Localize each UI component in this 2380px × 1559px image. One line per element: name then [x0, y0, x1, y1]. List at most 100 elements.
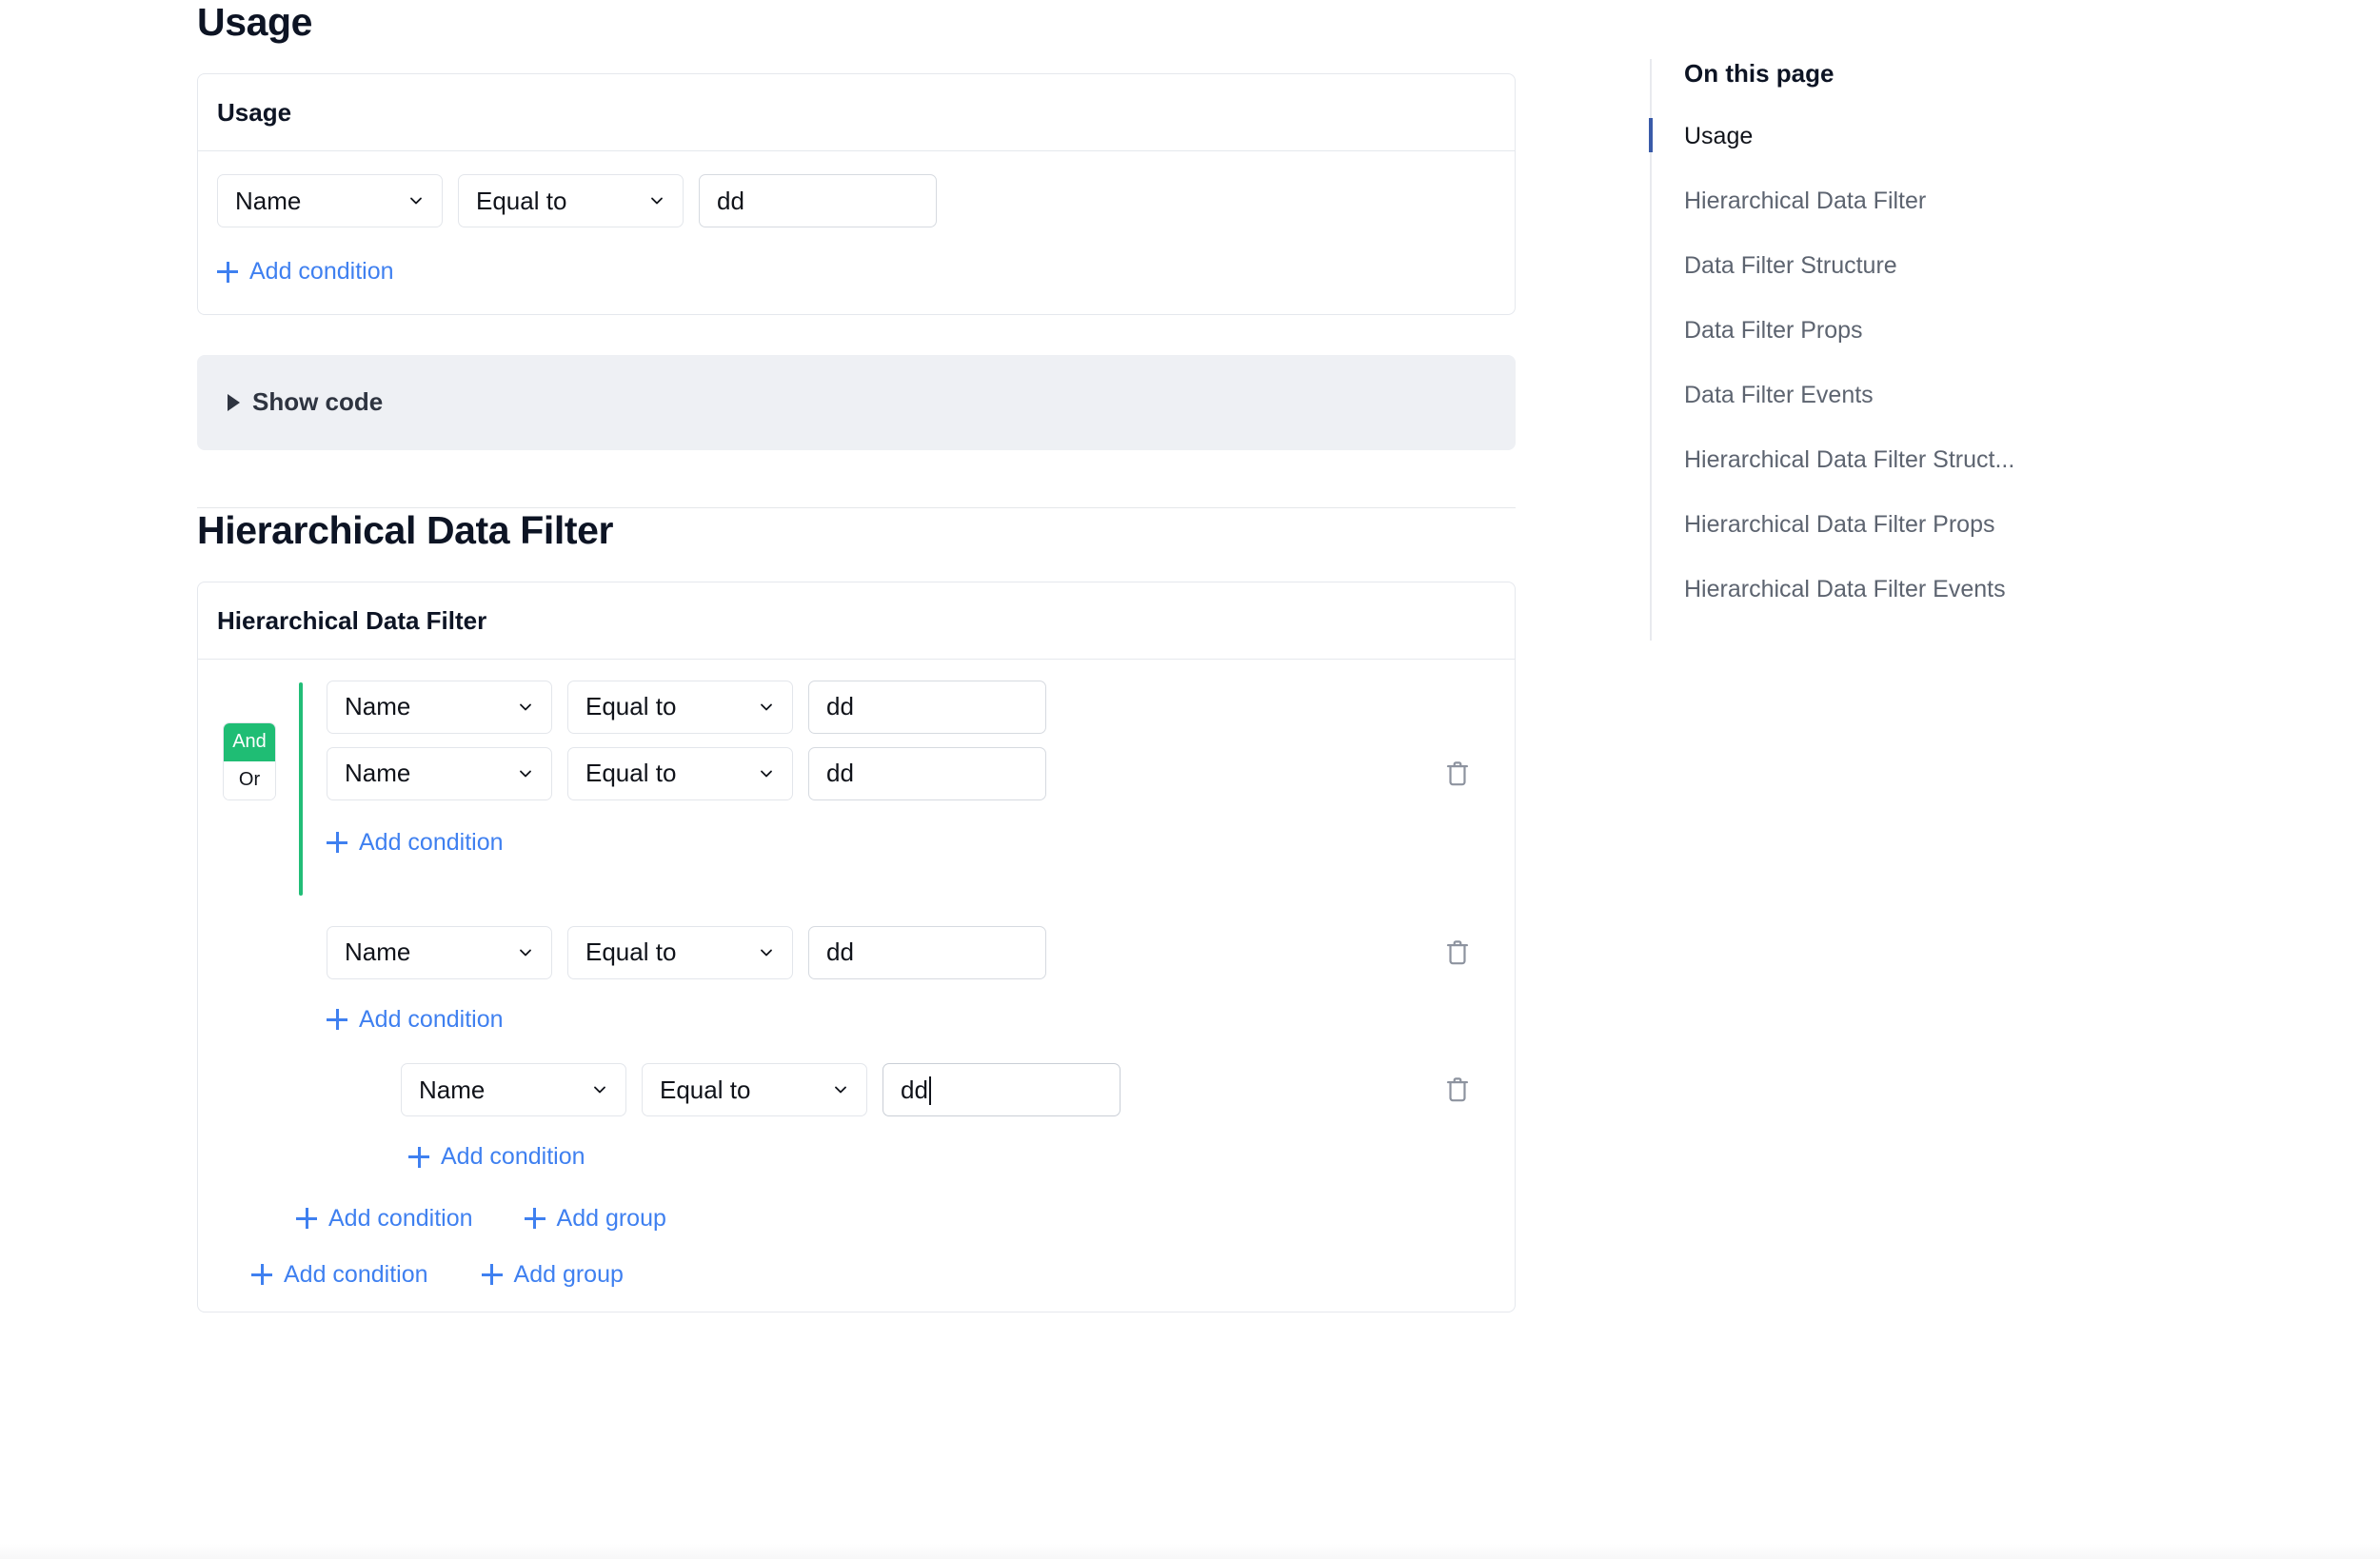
- filter-value-text: dd: [826, 692, 854, 720]
- main-content: Usage Usage Name Equal to dd Add conditi…: [197, 0, 1516, 1312]
- toc-item-hierarchical-data-filter-structure[interactable]: Hierarchical Data Filter Struct...: [1684, 446, 2183, 474]
- filter-row-controls: Name Equal to dd: [401, 1063, 1121, 1116]
- filter-field-select[interactable]: Name: [327, 925, 552, 979]
- root-actions: Add condition Add group: [251, 1260, 1496, 1288]
- filter-field-value: Name: [345, 937, 411, 966]
- subgroup-add-condition-label: Add condition: [359, 1005, 504, 1033]
- plus-icon: [327, 832, 347, 853]
- toc-item-data-filter-events[interactable]: Data Filter Events: [1684, 382, 2183, 409]
- plus-icon: [408, 1146, 429, 1168]
- chevron-down-icon: [517, 944, 534, 961]
- usage-operator-select-value: Equal to: [476, 186, 567, 215]
- filter-row: Name Equal to dd: [327, 680, 1496, 734]
- filter-value-input[interactable]: dd: [808, 746, 1046, 800]
- subgroup-actions: Add condition Add group: [296, 1204, 1496, 1232]
- delete-condition-button[interactable]: [1444, 759, 1471, 789]
- filter-operator-select[interactable]: Equal to: [567, 746, 793, 800]
- chevron-down-icon: [758, 699, 775, 716]
- toc-item-usage[interactable]: Usage: [1649, 118, 2183, 152]
- plus-icon: [327, 1009, 347, 1030]
- filter-row-controls: Name Equal to dd: [327, 746, 1046, 800]
- deep-add-condition-label: Add condition: [441, 1143, 585, 1170]
- filter-value-text: dd: [901, 1075, 928, 1104]
- usage-field-select-value: Name: [235, 186, 302, 215]
- root-add-group-label: Add group: [513, 1260, 624, 1288]
- delete-condition-button[interactable]: [1444, 1075, 1471, 1105]
- filter-field-value: Name: [345, 692, 411, 720]
- filter-field-select[interactable]: Name: [327, 680, 552, 734]
- chevron-down-icon: [758, 765, 775, 782]
- subgroup-footer-add-condition-label: Add condition: [328, 1204, 473, 1232]
- filter-value-input[interactable]: dd: [808, 925, 1046, 979]
- deep-add-condition-button[interactable]: Add condition: [408, 1145, 585, 1169]
- root-add-group-button[interactable]: Add group: [481, 1260, 624, 1288]
- on-this-page-nav: On this page Usage Hierarchical Data Fil…: [1649, 59, 2183, 641]
- group-add-condition-label: Add condition: [359, 828, 504, 856]
- filter-operator-value: Equal to: [585, 692, 677, 720]
- filter-operator-select[interactable]: Equal to: [642, 1063, 867, 1116]
- usage-card-body: Name Equal to dd Add condition: [198, 151, 1515, 314]
- usage-condition-row: Name Equal to dd: [217, 174, 1496, 227]
- toc-title: On this page: [1684, 59, 1835, 88]
- usage-add-condition-button[interactable]: Add condition: [217, 260, 394, 284]
- delete-condition-button[interactable]: [1444, 937, 1471, 968]
- subgroup-footer-add-group-button[interactable]: Add group: [524, 1204, 666, 1232]
- chevron-down-icon: [591, 1081, 608, 1098]
- toc-item-hierarchical-data-filter-props[interactable]: Hierarchical Data Filter Props: [1684, 511, 2183, 539]
- chevron-down-icon: [832, 1081, 849, 1098]
- chevron-down-icon: [517, 765, 534, 782]
- filter-operator-select[interactable]: Equal to: [567, 680, 793, 734]
- filter-subgroup-level-3: Name Equal to dd Add condition: [327, 1063, 1496, 1173]
- filter-group-content: Name Equal to dd Name Equal to dd Add co…: [303, 680, 1496, 858]
- plus-icon: [481, 1264, 503, 1285]
- toc-item-data-filter-props[interactable]: Data Filter Props: [1684, 317, 2183, 345]
- filter-field-select[interactable]: Name: [327, 746, 552, 800]
- hierarchical-section-heading: Hierarchical Data Filter: [197, 507, 614, 552]
- logic-toggle-or[interactable]: Or: [224, 760, 275, 799]
- chevron-down-icon: [407, 192, 425, 209]
- root-add-condition-button[interactable]: Add condition: [251, 1262, 428, 1287]
- subgroup-footer-add-group-label: Add group: [556, 1204, 666, 1232]
- subgroup-footer-add-condition-button[interactable]: Add condition: [296, 1204, 473, 1232]
- logic-toggle-and[interactable]: And: [224, 722, 275, 761]
- filter-field-value: Name: [419, 1075, 486, 1104]
- hierarchical-card-body: And Or Name Equal to dd Name Equal to dd…: [198, 660, 1515, 1312]
- group-add-condition-button[interactable]: Add condition: [327, 828, 504, 856]
- filter-row-controls: Name Equal to dd: [327, 680, 1046, 734]
- toc-item-hierarchical-data-filter-events[interactable]: Hierarchical Data Filter Events: [1684, 576, 2183, 603]
- usage-card-title: Usage: [198, 74, 1515, 151]
- usage-demo-card: Usage Name Equal to dd Add condition: [197, 73, 1516, 315]
- filter-row: Name Equal to dd: [327, 746, 1496, 800]
- plus-icon: [296, 1208, 317, 1229]
- toc-item-hierarchical-data-filter[interactable]: Hierarchical Data Filter: [1684, 187, 2183, 215]
- toc-item-data-filter-structure[interactable]: Data Filter Structure: [1684, 252, 2183, 280]
- chevron-down-icon: [758, 944, 775, 961]
- usage-add-condition-label: Add condition: [249, 258, 394, 285]
- subgroup-add-condition-button[interactable]: Add condition: [327, 1005, 504, 1033]
- trash-placeholder: [1444, 692, 1471, 722]
- show-code-label: Show code: [252, 387, 384, 416]
- plus-icon: [251, 1264, 272, 1285]
- text-cursor: [928, 1076, 931, 1105]
- filter-value-input[interactable]: dd: [808, 680, 1046, 734]
- filter-value-text: dd: [826, 759, 854, 787]
- filter-value-input-focused[interactable]: dd: [883, 1063, 1121, 1116]
- show-code-toggle[interactable]: Show code: [197, 354, 1516, 450]
- chevron-down-icon: [517, 699, 534, 716]
- filter-operator-select[interactable]: Equal to: [567, 925, 793, 979]
- filter-value-text: dd: [826, 937, 854, 966]
- hierarchical-card-title: Hierarchical Data Filter: [198, 582, 1515, 660]
- plus-icon: [217, 261, 238, 283]
- usage-section-heading: Usage: [197, 0, 313, 44]
- hierarchical-demo-card: Hierarchical Data Filter And Or Name Equ…: [197, 581, 1516, 1312]
- filter-subgroup-level-2: Name Equal to dd Add condition Name Equa…: [217, 925, 1496, 1232]
- logic-operator-toggle[interactable]: And Or: [223, 721, 276, 800]
- chevron-down-icon: [648, 192, 665, 209]
- filter-field-value: Name: [345, 759, 411, 787]
- usage-field-select[interactable]: Name: [217, 174, 443, 227]
- usage-operator-select[interactable]: Equal to: [458, 174, 684, 227]
- plus-icon: [524, 1208, 545, 1229]
- filter-field-select[interactable]: Name: [401, 1063, 626, 1116]
- usage-value-input[interactable]: dd: [699, 174, 937, 227]
- filter-row: Name Equal to dd: [401, 1063, 1496, 1116]
